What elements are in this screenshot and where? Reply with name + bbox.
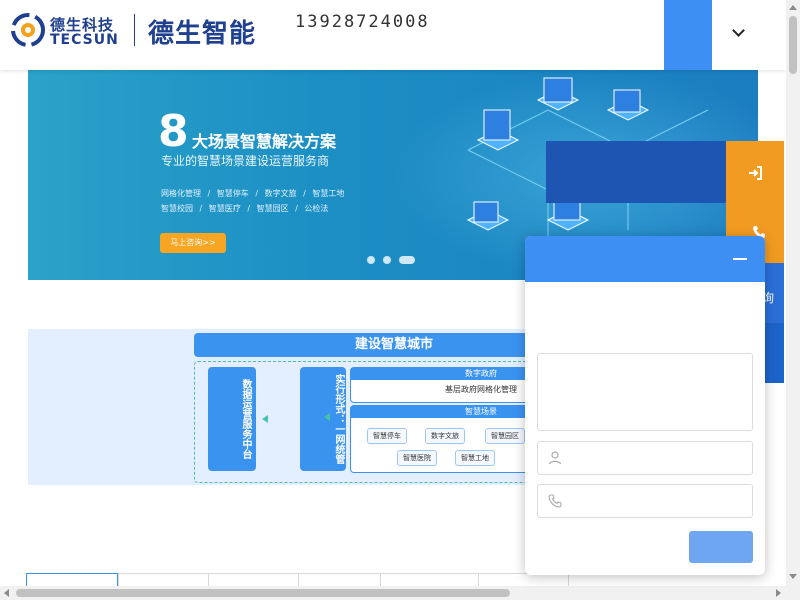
banner-number: 8	[158, 106, 189, 157]
scene-chip: 智慧园区	[485, 428, 525, 444]
section-tab[interactable]	[298, 573, 380, 586]
site-logo[interactable]: 德生科技 TECSUN 德生智能	[10, 10, 270, 60]
banner-tags-row1: 网格化管理 / 智慧停车 / 数字文旅 / 智慧工地	[161, 188, 348, 199]
name-input[interactable]	[572, 448, 746, 470]
banner-tag-sep: /	[303, 189, 306, 198]
carousel-dot[interactable]	[367, 255, 375, 264]
vertical-scrollbar[interactable]	[786, 0, 800, 600]
nav-more-menu[interactable]	[726, 24, 745, 42]
section-tab[interactable]	[208, 573, 298, 586]
banner-tag-sep: /	[295, 204, 298, 213]
scroll-left-icon[interactable]	[4, 589, 9, 597]
message-popup	[525, 236, 765, 575]
float-login-button[interactable]	[546, 141, 726, 203]
diagram-execution-mode: 实行形式：一网统管	[300, 367, 346, 471]
banner-tag: 智慧工地	[312, 189, 345, 198]
section-tab[interactable]	[118, 573, 208, 586]
banner-tag: 数字文旅	[264, 189, 297, 198]
banner-tag: 智慧停车	[216, 189, 249, 198]
horizontal-scroll-thumb[interactable]	[16, 589, 510, 597]
section-tab[interactable]	[380, 573, 478, 586]
phone-icon	[548, 494, 562, 508]
banner-tags-row2: 智慧校园 / 智慧医疗 / 智慧园区 / 公检法	[161, 203, 332, 214]
scene-chip: 智慧工地	[455, 450, 495, 466]
header-contact: 13928724008	[282, 10, 462, 32]
carousel-dot-active[interactable]	[399, 255, 415, 264]
banner-tag-sep: /	[255, 189, 259, 198]
user-icon	[548, 451, 562, 465]
arrow-left-icon	[262, 415, 268, 423]
tecsun-logo-icon	[11, 13, 45, 47]
banner-tag-sep: /	[207, 189, 211, 198]
banner-tag-sep: /	[199, 204, 203, 213]
scroll-up-icon[interactable]	[789, 5, 797, 10]
data-platform-column: 数据运营服务中台	[234, 367, 256, 471]
scene-chip: 智慧停车	[367, 428, 407, 444]
banner-subtitle: 专业的智慧场景建设运营服务商	[161, 154, 330, 168]
logo-english-name: TECSUN	[50, 32, 119, 48]
arrow-left-icon	[324, 413, 330, 421]
banner-tag: 智慧医疗	[208, 204, 241, 213]
banner-tag-sep: /	[247, 204, 251, 213]
logo-divider	[134, 14, 135, 46]
scroll-down-icon[interactable]	[789, 574, 797, 579]
brand-name: 德生智能	[148, 19, 257, 49]
banner-consult-button[interactable]: 马上咨询>>	[160, 233, 226, 253]
scene-chip: 数字文旅	[425, 428, 465, 444]
banner-tag: 网格化管理	[161, 189, 201, 198]
section-tab-active[interactable]	[26, 573, 118, 586]
popup-header	[525, 236, 765, 282]
minimize-icon[interactable]	[733, 258, 747, 260]
carousel-dot[interactable]	[383, 255, 391, 264]
header-phone[interactable]: 13928724008	[295, 12, 462, 32]
banner-tag: 智慧园区	[256, 204, 289, 213]
carousel-dots	[367, 249, 423, 268]
banner-tag: 公检法	[304, 204, 329, 213]
scene-chip: 智慧医院	[397, 450, 437, 466]
submit-button[interactable]	[689, 531, 753, 563]
nav-home-tab[interactable]	[664, 0, 712, 70]
float-login-icon-button[interactable]	[726, 141, 784, 203]
horizontal-scrollbar[interactable]	[0, 586, 786, 600]
banner-tag: 智慧校园	[161, 204, 193, 213]
scroll-right-icon[interactable]	[776, 589, 781, 597]
chevron-down-icon	[732, 24, 745, 37]
message-textarea[interactable]	[537, 353, 753, 431]
name-field[interactable]	[537, 441, 753, 475]
vertical-scroll-thumb[interactable]	[789, 16, 797, 74]
banner-title: 大场景智慧解决方案	[192, 132, 337, 151]
site-header: 德生科技 TECSUN 德生智能 13928724008	[0, 0, 786, 70]
phone-input[interactable]	[572, 491, 746, 513]
phone-field[interactable]	[537, 484, 753, 518]
login-arrow-icon	[749, 165, 762, 180]
